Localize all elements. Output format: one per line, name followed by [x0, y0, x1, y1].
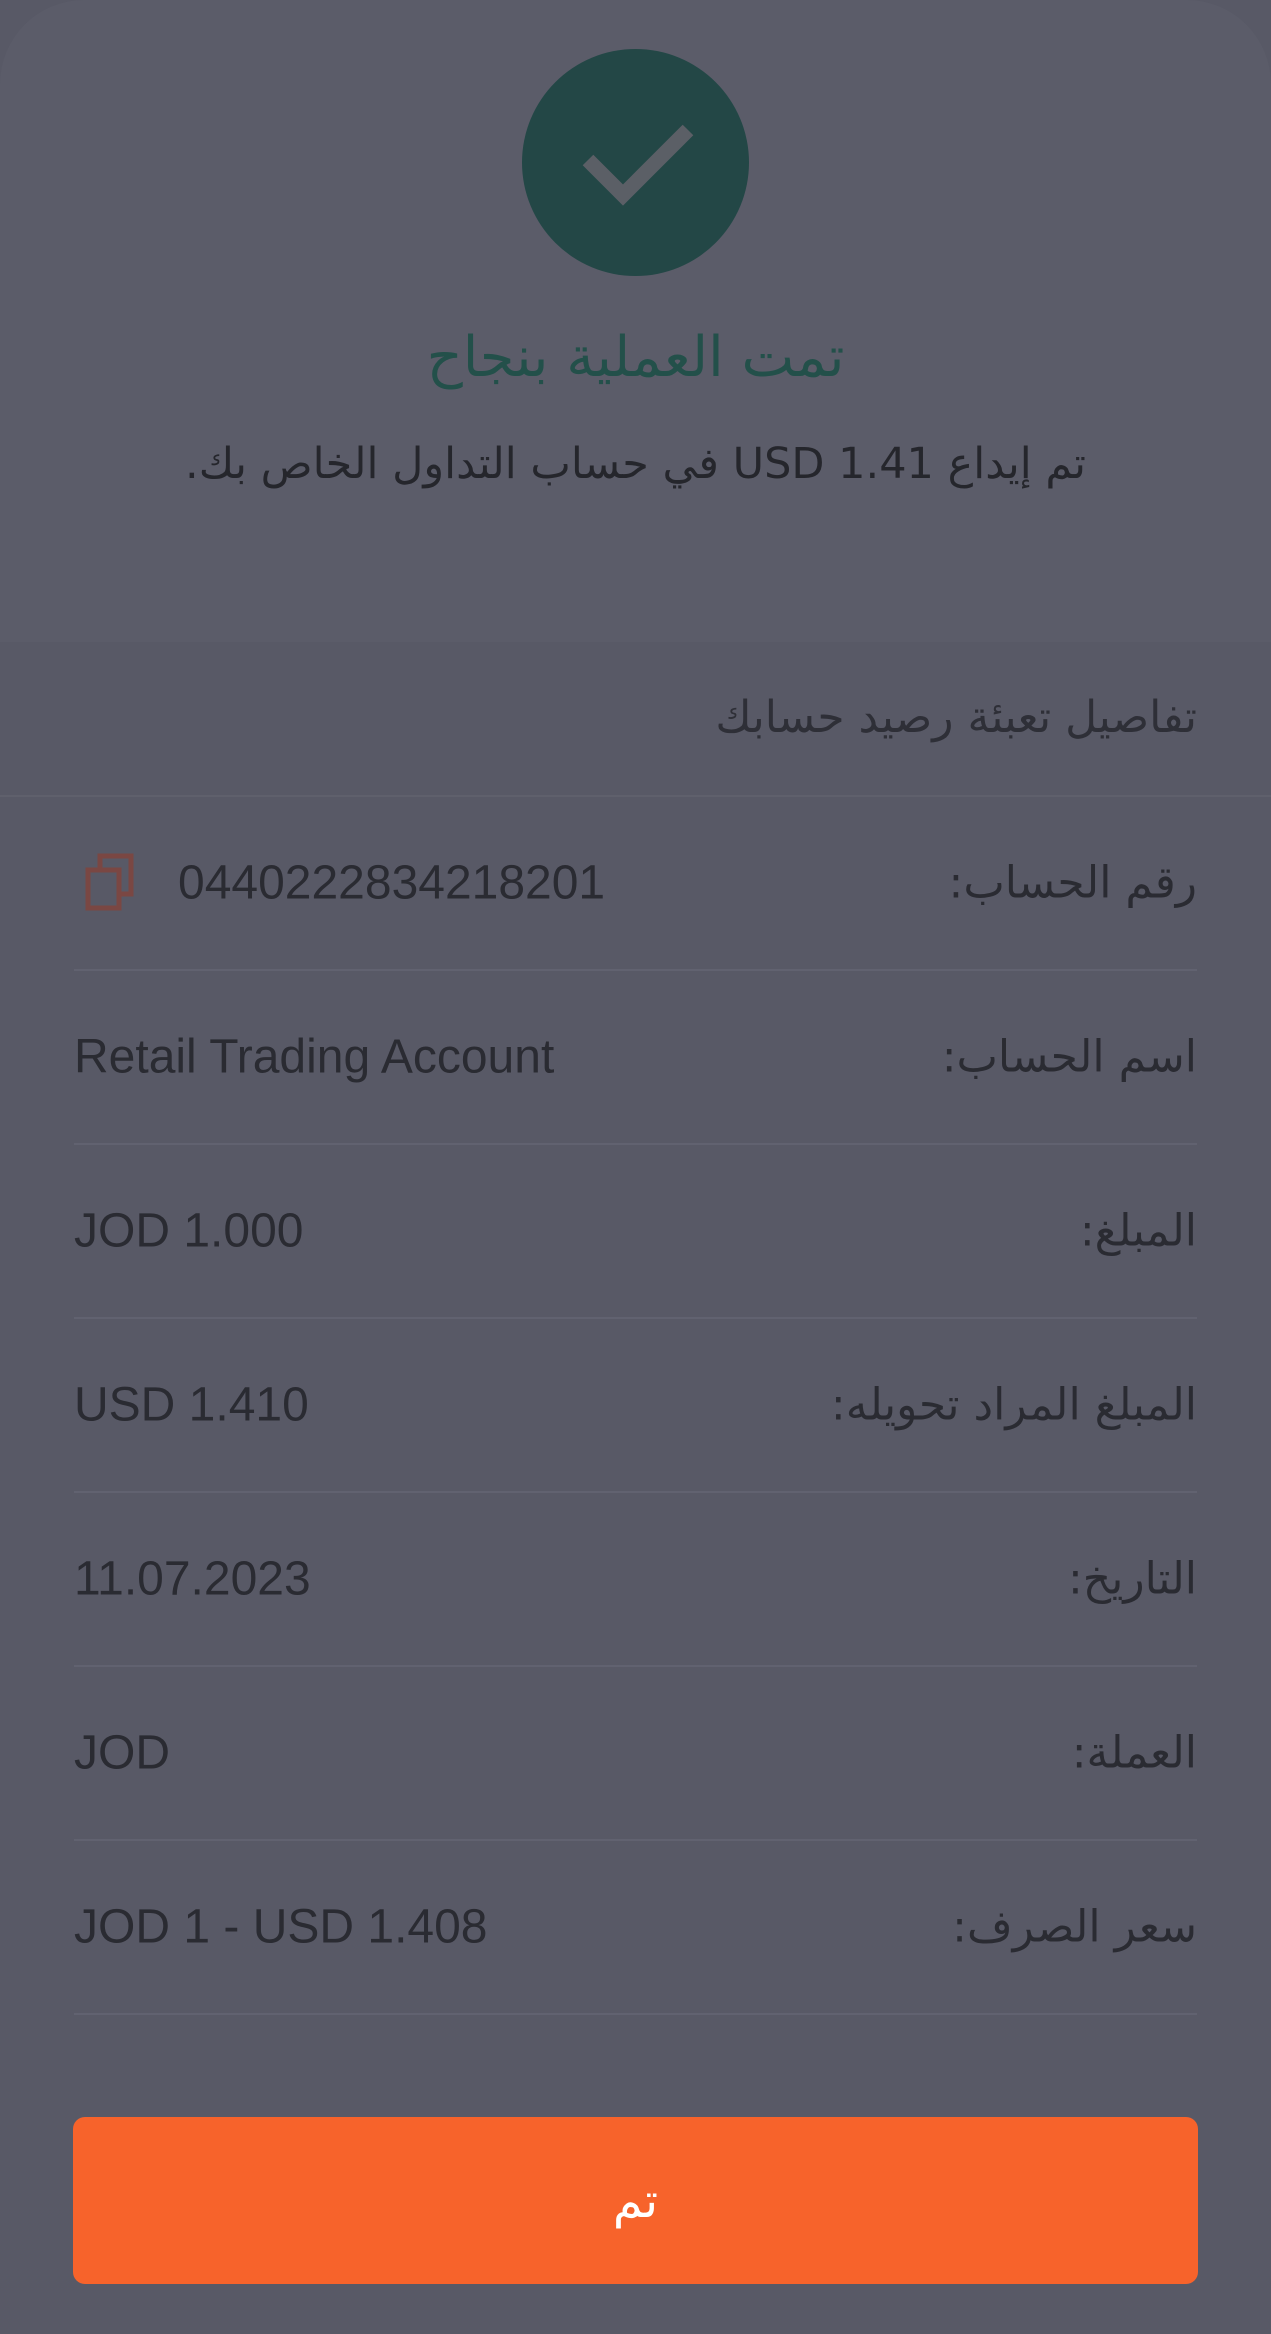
detail-row-exchange-rate: سعر الصرف: JOD 1 - USD 1.408: [74, 1841, 1197, 2015]
date-label: التاريخ:: [1067, 1553, 1197, 1605]
success-checkmark-icon: [522, 49, 749, 276]
currency-value: JOD: [74, 1726, 170, 1780]
detail-row-currency: العملة: JOD: [74, 1667, 1197, 1841]
account-number-value: 0440222834218201: [178, 856, 606, 910]
detail-row-transfer-amount: المبلغ المراد تحويله: USD 1.410: [74, 1319, 1197, 1493]
copy-icon[interactable]: [84, 853, 136, 913]
detail-row-account-number: رقم الحساب: 0440222834218201: [74, 797, 1197, 971]
transfer-amount-value: USD 1.410: [74, 1378, 309, 1432]
success-title: تمت العملية بنجاح: [426, 325, 845, 390]
amount-value: JOD 1.000: [74, 1204, 304, 1258]
details-heading: تفاصيل تعبئة رصيد حسابك: [715, 692, 1197, 743]
transfer-amount-label: المبلغ المراد تحويله:: [830, 1379, 1197, 1431]
success-sheet: تمت العملية بنجاح تم إيداع USD 1.41 في ح…: [0, 0, 1271, 2334]
exchange-rate-value: JOD 1 - USD 1.408: [74, 1900, 488, 1954]
success-message: تم إيداع USD 1.41 في حساب التداول الخاص …: [185, 439, 1086, 489]
detail-row-account-name: اسم الحساب: Retail Trading Account: [74, 971, 1197, 1145]
amount-label: المبلغ:: [1079, 1205, 1197, 1257]
date-value: 11.07.2023: [74, 1552, 311, 1606]
account-number-label: رقم الحساب:: [948, 857, 1198, 909]
account-name-label: اسم الحساب:: [941, 1031, 1197, 1083]
currency-label: العملة:: [1071, 1727, 1197, 1779]
detail-row-amount: المبلغ: JOD 1.000: [74, 1145, 1197, 1319]
exchange-rate-label: سعر الصرف:: [952, 1901, 1197, 1953]
done-button[interactable]: تم: [73, 2117, 1198, 2284]
detail-row-date: التاريخ: 11.07.2023: [74, 1493, 1197, 1667]
account-name-value: Retail Trading Account: [74, 1030, 555, 1084]
